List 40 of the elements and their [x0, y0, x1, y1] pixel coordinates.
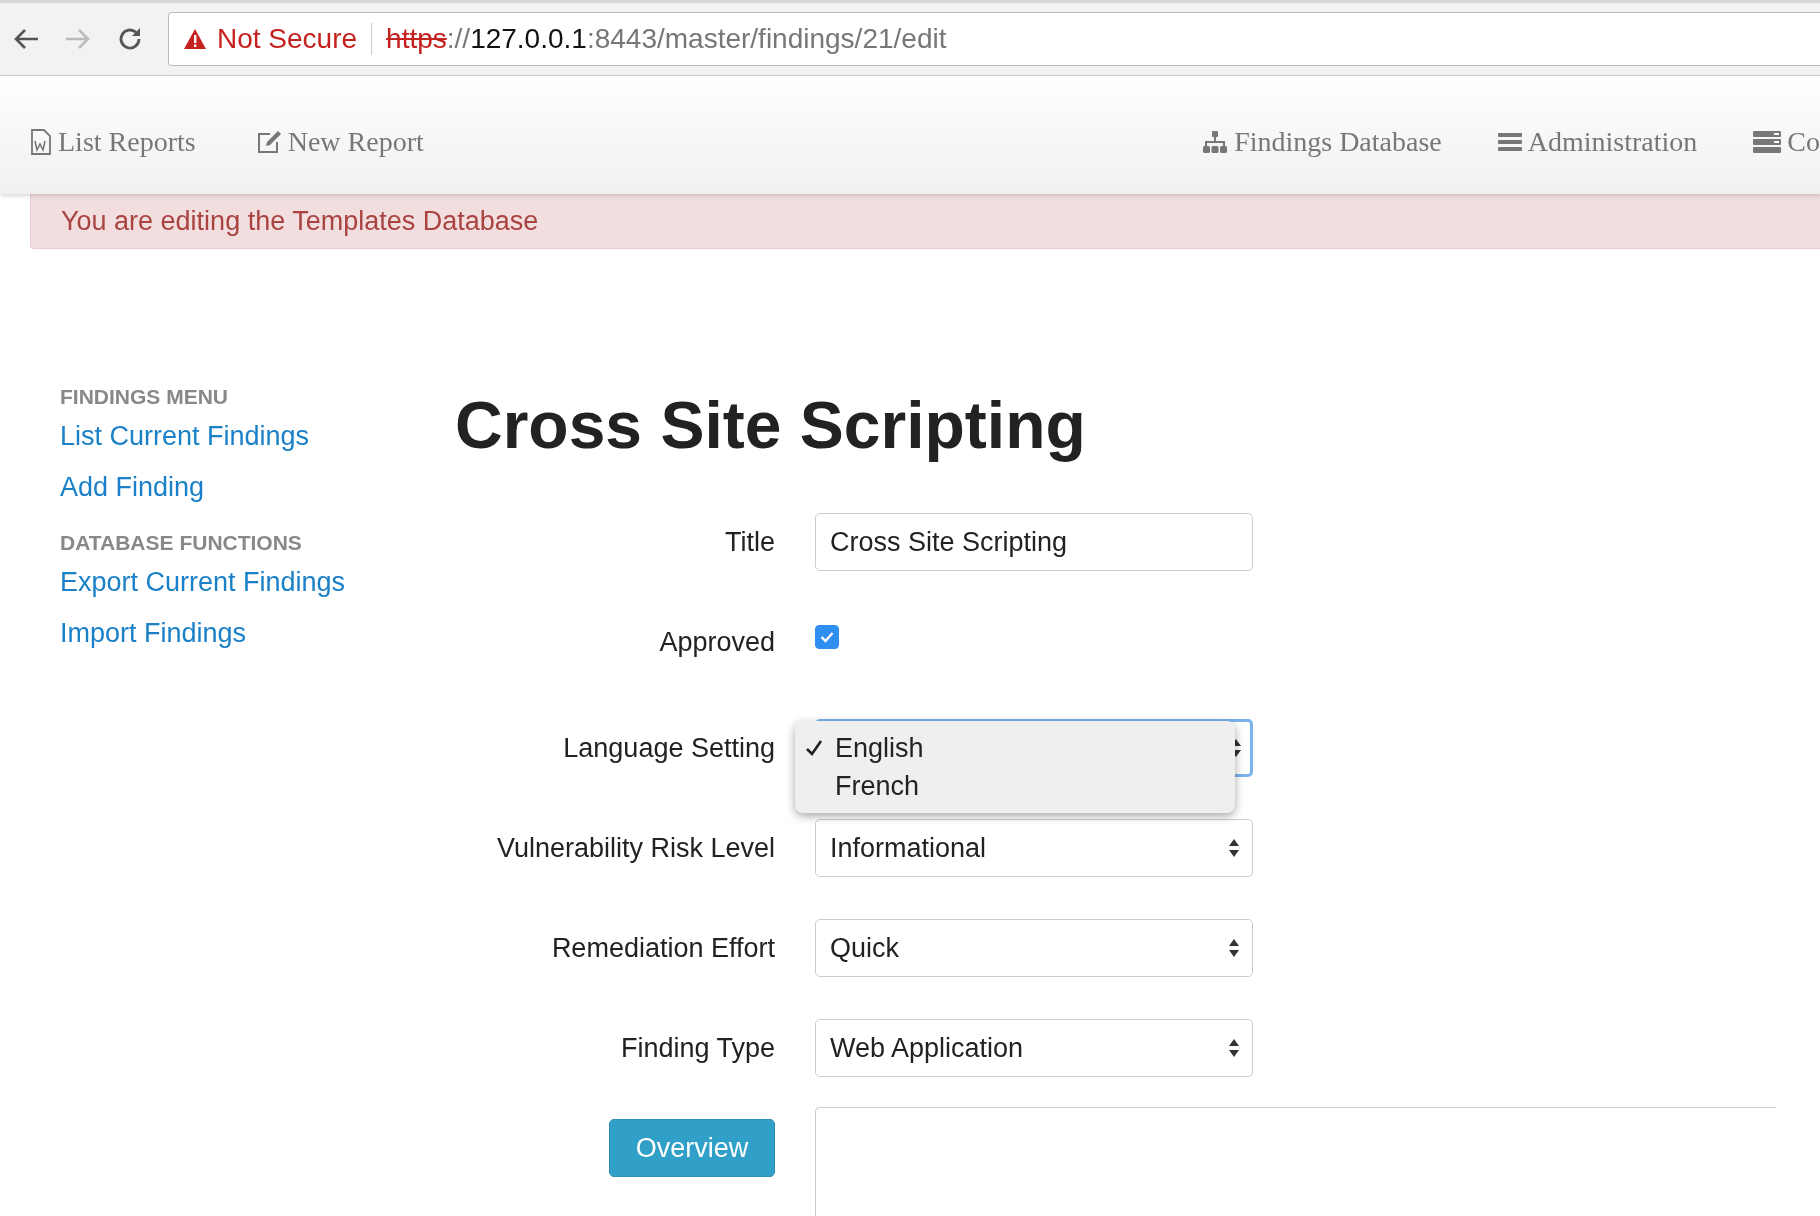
address-bar[interactable]: Not Secure https://127.0.0.1:8443/master/findings/21/edit — [168, 12, 1820, 66]
menu-icon — [1497, 132, 1522, 152]
dropdown-select[interactable]: Quick — [815, 919, 1253, 977]
up-down-arrows-icon — [1228, 837, 1240, 859]
field-label: Language Setting — [563, 732, 775, 764]
title-field[interactable]: Cross Site Scripting — [815, 513, 1253, 571]
page-title: Cross Site Scripting — [455, 387, 1087, 463]
up-down-arrows-icon — [1228, 937, 1240, 959]
nav-link[interactable]: New Report — [255, 126, 424, 158]
back-icon[interactable] — [12, 27, 40, 51]
nav-link[interactable]: Administration — [1497, 126, 1698, 158]
field-label: Approved — [659, 626, 775, 658]
document-icon — [30, 129, 52, 155]
alert-text: You are editing the Templates Database — [61, 205, 539, 237]
sidebar-link[interactable]: List Current Findings — [60, 421, 455, 452]
sidebar-heading: DATABASE FUNCTIONS — [60, 531, 303, 555]
dropdown-select[interactable]: Informational — [815, 819, 1253, 877]
pencil-square-icon — [255, 130, 282, 154]
field-label: Finding Type — [620, 1032, 775, 1064]
field-label: Title — [725, 526, 775, 558]
forward-icon[interactable] — [64, 27, 92, 51]
field-label: Remediation Effort — [551, 932, 775, 964]
sitemap-icon — [1202, 130, 1229, 154]
warning-icon — [183, 28, 207, 50]
nav-link[interactable]: List Reports — [30, 126, 196, 158]
dropdown-option[interactable]: English — [795, 729, 1235, 767]
nav-link[interactable]: Co — [1753, 126, 1820, 158]
sidebar-link[interactable]: Add Finding — [60, 472, 455, 503]
sidebar-heading: FINDINGS MENU — [60, 385, 229, 409]
dropdown-option[interactable]: French — [795, 767, 1235, 805]
approved-checkbox[interactable] — [815, 625, 839, 649]
checkmark-icon — [820, 631, 834, 643]
overview-button[interactable]: Overview — [609, 1119, 775, 1177]
server-icon — [1753, 131, 1782, 153]
nav-link[interactable]: Findings Database — [1202, 126, 1442, 158]
sidebar-link[interactable]: Import Findings — [60, 618, 455, 649]
field-label: Vulnerability Risk Level — [496, 832, 775, 864]
up-down-arrows-icon — [1228, 1037, 1240, 1059]
dropdown-select[interactable]: Web Application — [815, 1019, 1253, 1077]
sidebar-link[interactable]: Export Current Findings — [60, 567, 455, 598]
